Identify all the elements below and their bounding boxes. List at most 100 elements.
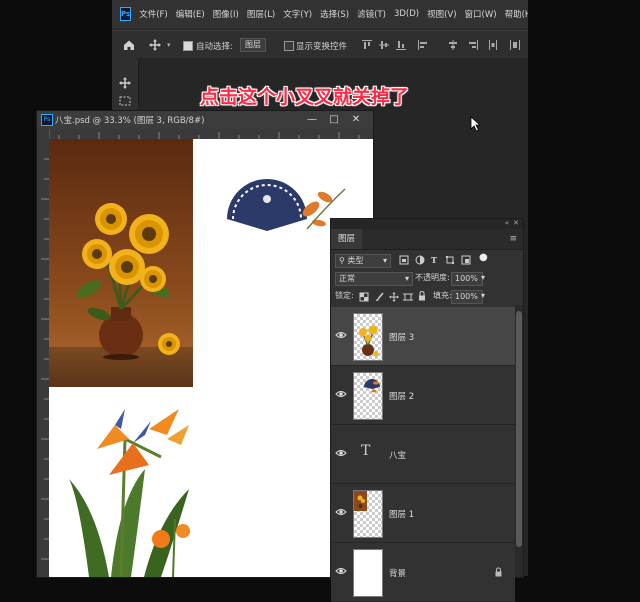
layer-row[interactable]: 背景	[331, 543, 515, 602]
close-button[interactable]: ✕	[349, 113, 363, 127]
visibility-eye-icon[interactable]	[335, 388, 347, 400]
align-bottom-icon[interactable]	[396, 40, 406, 50]
auto-select-dropdown[interactable]: 图层	[240, 38, 266, 52]
panel-menu-icon[interactable]: ≡	[509, 234, 517, 244]
fill-input[interactable]: 100%	[451, 290, 483, 304]
move-tool-icon[interactable]	[148, 38, 162, 52]
move-icon[interactable]	[118, 76, 132, 90]
menu-filter[interactable]: 滤镜(T)	[357, 8, 386, 20]
visibility-eye-icon[interactable]	[335, 506, 347, 518]
menu-type[interactable]: 文字(Y)	[283, 8, 312, 20]
lock-pixels-icon[interactable]	[375, 291, 385, 303]
show-transform-checkbox[interactable]	[284, 41, 294, 51]
document-title: 八宝.psd @ 33.3% (图层 3, RGB/8#)	[55, 116, 205, 126]
align-top-icon[interactable]	[362, 40, 372, 50]
thumb-art-sunflower-photo	[354, 491, 367, 511]
align-left-icon[interactable]	[418, 40, 428, 50]
lock-transparency-icon[interactable]	[359, 291, 369, 303]
opacity-input[interactable]: 100%	[451, 272, 483, 286]
thumb-art-fan	[364, 379, 380, 393]
lock-row: 锁定: 填充: 100% ▾	[331, 287, 523, 305]
distribute-icon[interactable]	[488, 40, 498, 50]
menu-3d[interactable]: 3D(D)	[394, 9, 419, 19]
bird-of-paradise-photo	[69, 409, 190, 577]
tutorial-caption: 点击这个小叉叉就关掉了	[200, 86, 410, 108]
distribute-spacing-icon[interactable]	[510, 40, 520, 50]
menu-edit[interactable]: 编辑(E)	[176, 8, 205, 20]
menu-select[interactable]: 选择(S)	[320, 8, 349, 20]
auto-select-checkbox[interactable]	[183, 41, 193, 51]
maximize-button[interactable]: □	[327, 113, 341, 127]
text-layer-icon: T	[361, 443, 371, 459]
filter-adjustment-icon[interactable]	[415, 255, 425, 265]
layers-panel-header[interactable]: « ✕	[331, 219, 523, 229]
align-right-icon[interactable]	[468, 40, 478, 50]
lock-all-icon[interactable]	[417, 290, 427, 302]
blend-caret-icon: ▾	[404, 274, 409, 283]
document-titlebar[interactable]: Ps 八宝.psd @ 33.3% (图层 3, RGB/8#) — □ ✕	[37, 111, 373, 129]
filter-smart-object-icon[interactable]	[461, 255, 471, 265]
move-tool-caret-icon[interactable]: ▾	[167, 41, 171, 49]
layer-name: 八宝	[389, 451, 407, 461]
layer-thumbnail	[353, 490, 383, 538]
layers-panel: « ✕ 图层 ≡ ⚲ 类型 ▾ T ● 正常 ▾ 不透明度: 100% ▾ 锁定: …	[330, 218, 524, 602]
layers-tabbar: 图层 ≡	[331, 229, 523, 250]
layer-row[interactable]: 图层 3	[331, 307, 515, 366]
filter-pixel-icon[interactable]	[399, 255, 409, 265]
opacity-caret-icon[interactable]: ▾	[481, 272, 485, 284]
fill-caret-icon[interactable]: ▾	[481, 290, 485, 302]
collapse-icon[interactable]: «	[505, 219, 509, 227]
blend-mode-value: 正常	[339, 274, 355, 283]
lock-artboard-icon[interactable]	[403, 291, 413, 303]
fill-label: 填充:	[433, 291, 452, 300]
menu-layer[interactable]: 图层(L)	[247, 8, 275, 20]
visibility-eye-icon[interactable]	[335, 329, 347, 341]
mouse-cursor-icon	[470, 116, 482, 132]
filter-caret-icon: ▾	[382, 256, 387, 265]
layer-row[interactable]: 图层 2	[331, 366, 515, 425]
filter-type-dropdown[interactable]: ⚲ 类型 ▾	[335, 254, 391, 268]
layer-name: 背景	[389, 569, 407, 579]
thumb-art-sunflower-vase	[359, 325, 379, 357]
sunflower-photo	[49, 139, 193, 387]
layer-thumbnail	[353, 313, 383, 361]
auto-select-label: 自动选择:	[196, 42, 233, 52]
menu-bar: Ps 文件(F) 编辑(E) 图像(I) 图层(L) 文字(Y) 选择(S) 滤…	[112, 0, 528, 28]
ps-logo-icon: Ps	[120, 7, 132, 21]
align-hcenter-icon[interactable]	[448, 40, 458, 50]
menu-file[interactable]: 文件(F)	[139, 8, 168, 20]
visibility-eye-icon[interactable]	[335, 447, 347, 459]
layer-row[interactable]: 图层 1	[331, 484, 515, 543]
layer-row[interactable]: T 八宝	[331, 425, 515, 484]
menu-image[interactable]: 图像(I)	[213, 8, 239, 20]
align-vcenter-icon[interactable]	[379, 40, 389, 50]
home-icon[interactable]	[122, 38, 136, 52]
document-ps-icon: Ps	[41, 114, 53, 126]
blend-row: 正常 ▾ 不透明度: 100% ▾	[331, 269, 523, 287]
document-window: Ps 八宝.psd @ 33.3% (图层 3, RGB/8#) — □ ✕	[36, 110, 374, 578]
layers-scrollbar[interactable]	[515, 305, 523, 577]
layer-name: 图层 1	[389, 510, 415, 520]
filter-toggle-icon[interactable]: ●	[479, 252, 488, 264]
layer-thumbnail	[353, 549, 383, 597]
canvas-artwork	[49, 139, 346, 577]
panel-close-icon[interactable]: ✕	[513, 219, 519, 227]
document-canvas[interactable]	[49, 139, 373, 577]
minimize-button[interactable]: —	[305, 113, 319, 127]
layers-scrollbar-thumb[interactable]	[516, 311, 522, 547]
ruler-ticks-v	[41, 158, 49, 560]
filter-shape-icon[interactable]	[445, 255, 455, 265]
blend-mode-dropdown[interactable]: 正常 ▾	[335, 272, 413, 286]
tab-layers[interactable]: 图层	[331, 229, 363, 249]
lock-position-icon[interactable]	[389, 291, 399, 303]
layers-filter-row: ⚲ 类型 ▾ T ●	[331, 251, 523, 269]
filter-type-icon[interactable]: T	[431, 254, 437, 266]
options-bar: ▾ 自动选择: 图层 显示变换控件	[112, 30, 528, 60]
filter-type-label: 类型	[347, 256, 364, 265]
menu-view[interactable]: 视图(V)	[427, 8, 456, 20]
marquee-icon[interactable]	[118, 94, 132, 108]
menu-window[interactable]: 窗口(W)	[465, 8, 497, 20]
menu-help[interactable]: 帮助(H)	[505, 8, 528, 20]
layer-name: 图层 2	[389, 392, 415, 402]
visibility-eye-icon[interactable]	[335, 565, 347, 577]
